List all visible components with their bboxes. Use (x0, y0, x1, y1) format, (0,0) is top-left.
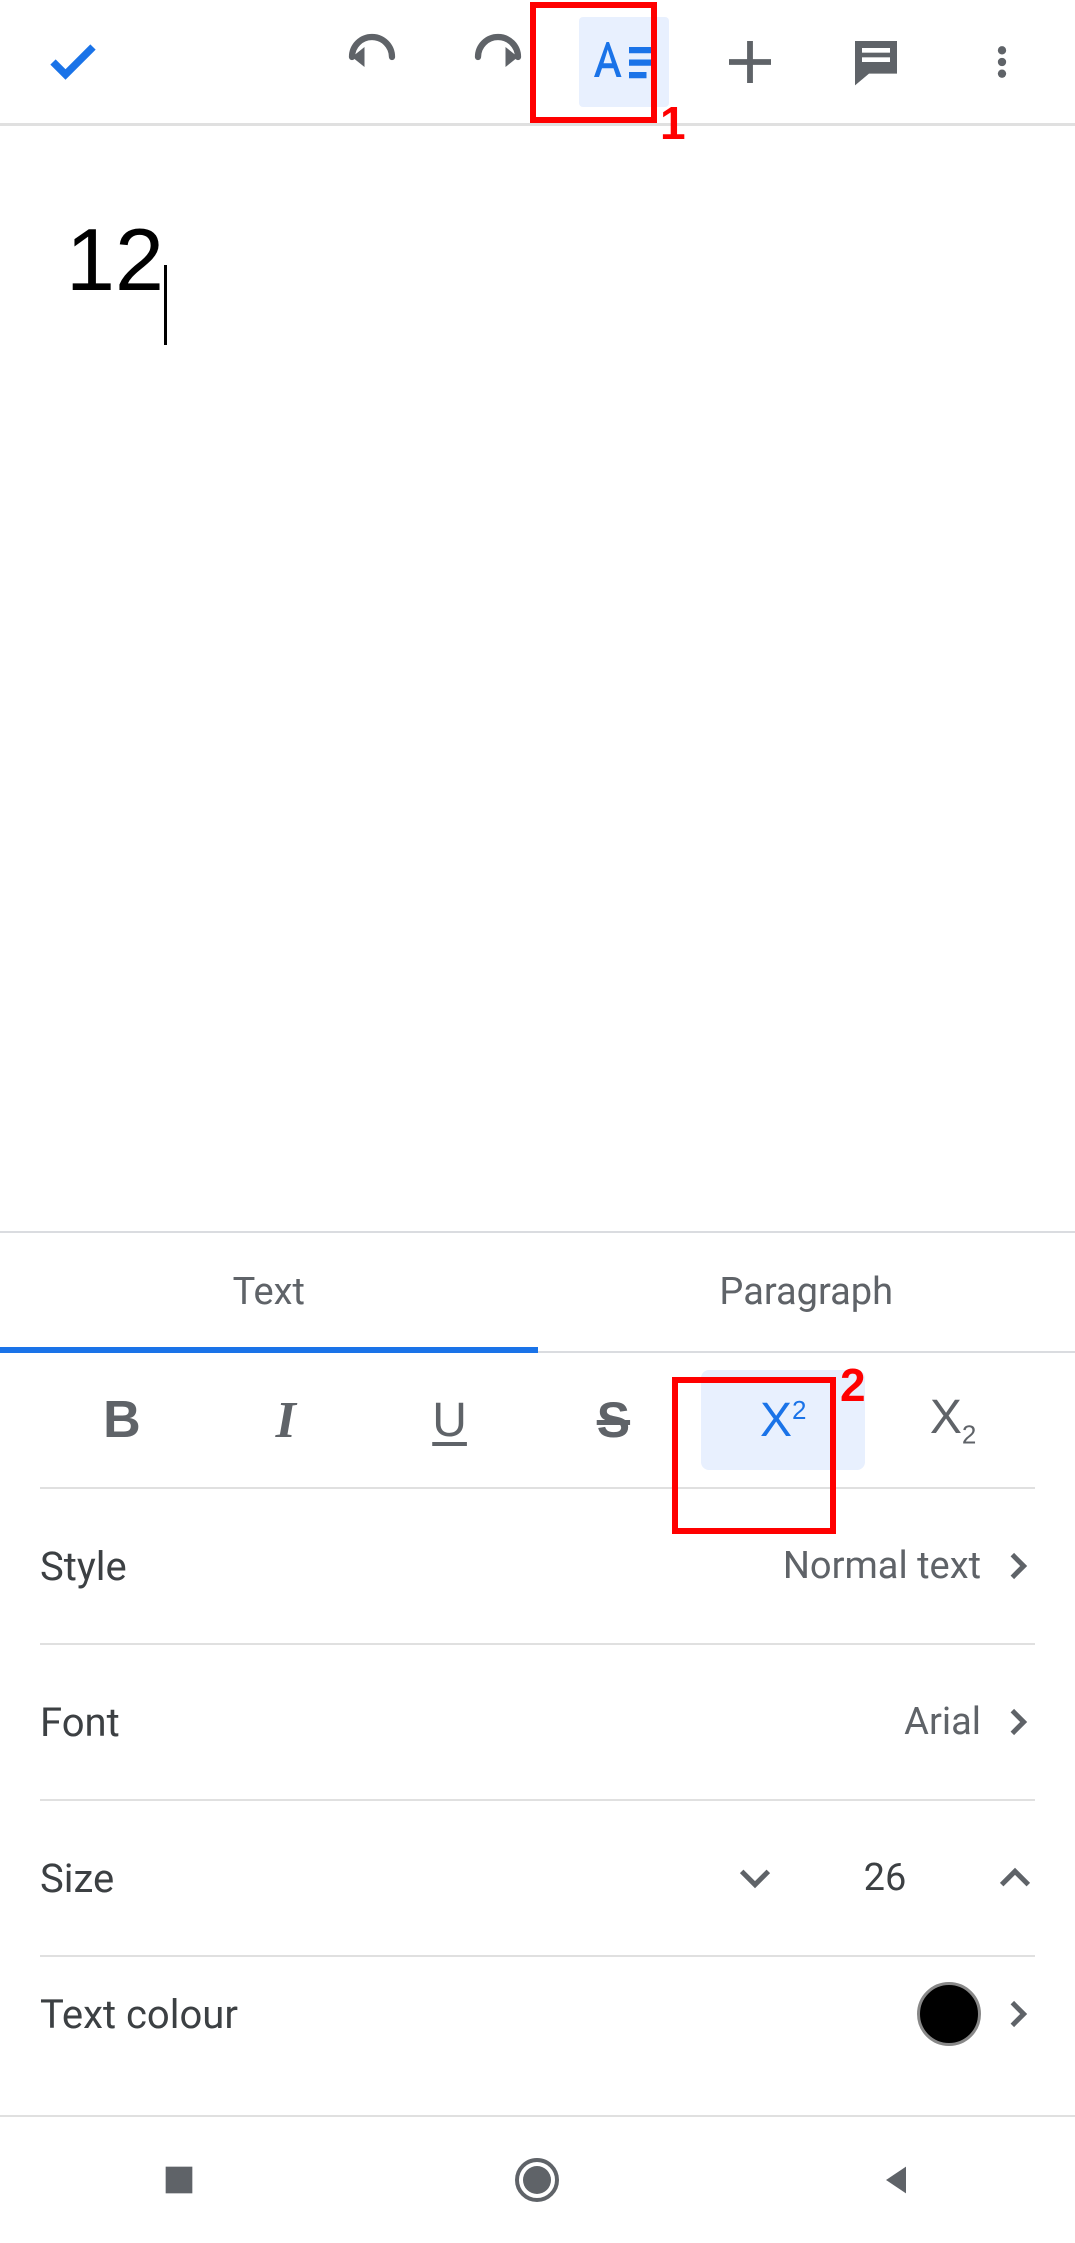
style-row[interactable]: Style Normal text (40, 1489, 1035, 1645)
undo-icon (342, 32, 402, 92)
more-vert-icon (982, 37, 1022, 87)
undo-button[interactable] (309, 0, 435, 125)
underline-button[interactable]: U (368, 1353, 532, 1487)
toolbar (0, 0, 1075, 126)
italic-icon: I (276, 1391, 296, 1450)
style-label: Style (40, 1543, 783, 1590)
text-colour-label: Text colour (40, 1991, 917, 2038)
format-icon (594, 32, 654, 92)
format-button[interactable] (561, 0, 687, 125)
plus-icon (722, 34, 778, 90)
chevron-down-icon (735, 1858, 775, 1898)
home-button[interactable] (447, 2156, 627, 2204)
redo-icon (468, 32, 528, 92)
subscript-button[interactable]: X2 (871, 1353, 1035, 1487)
tab-paragraph[interactable]: Paragraph (538, 1233, 1075, 1351)
tabs: Text Paragraph (0, 1233, 1075, 1353)
back-button[interactable] (806, 2160, 986, 2200)
check-icon (43, 32, 103, 92)
bold-icon: B (103, 1390, 141, 1450)
redo-button[interactable] (435, 0, 561, 125)
circle-icon (513, 2156, 561, 2204)
size-decrease-button[interactable] (735, 1858, 775, 1898)
text-cursor (164, 265, 167, 345)
superscript-icon: X2 (760, 1393, 806, 1448)
triangle-left-icon (876, 2160, 916, 2200)
comment-button[interactable] (813, 0, 939, 125)
more-button[interactable] (939, 0, 1065, 125)
font-label: Font (40, 1699, 904, 1746)
chevron-right-icon (1001, 1997, 1035, 2031)
style-value: Normal text (783, 1544, 981, 1588)
tab-text[interactable]: Text (0, 1233, 538, 1351)
underline-icon: U (432, 1393, 467, 1448)
font-value: Arial (904, 1700, 981, 1744)
size-label: Size (40, 1855, 735, 1902)
document-text: 12 (66, 210, 164, 309)
strike-icon: S (597, 1391, 630, 1449)
italic-button[interactable]: I (204, 1353, 368, 1487)
size-value: 26 (855, 1856, 915, 1900)
chevron-right-icon (1001, 1705, 1035, 1739)
text-colour-row[interactable]: Text colour (40, 1979, 1035, 2049)
square-icon (159, 2160, 199, 2200)
chevron-right-icon (1001, 1549, 1035, 1583)
recents-button[interactable] (89, 2160, 269, 2200)
format-panel: Text Paragraph B I U S X2 X2 2 Style Nor… (0, 1231, 1075, 2027)
strikethrough-button[interactable]: S (531, 1353, 695, 1487)
done-button[interactable] (10, 0, 136, 125)
size-increase-button[interactable] (995, 1858, 1035, 1898)
document-area[interactable]: 12 (0, 126, 1075, 1231)
insert-button[interactable] (687, 0, 813, 125)
font-row[interactable]: Font Arial (40, 1645, 1035, 1801)
android-navbar (0, 2115, 1075, 2243)
bold-button[interactable]: B (40, 1353, 204, 1487)
comment-icon (848, 34, 904, 90)
format-row: B I U S X2 X2 (40, 1353, 1035, 1489)
chevron-up-icon (995, 1858, 1035, 1898)
text-colour-swatch (917, 1982, 981, 2046)
size-row: Size 26 (40, 1801, 1035, 1957)
subscript-icon: X2 (930, 1390, 976, 1451)
superscript-button[interactable]: X2 (701, 1370, 865, 1470)
